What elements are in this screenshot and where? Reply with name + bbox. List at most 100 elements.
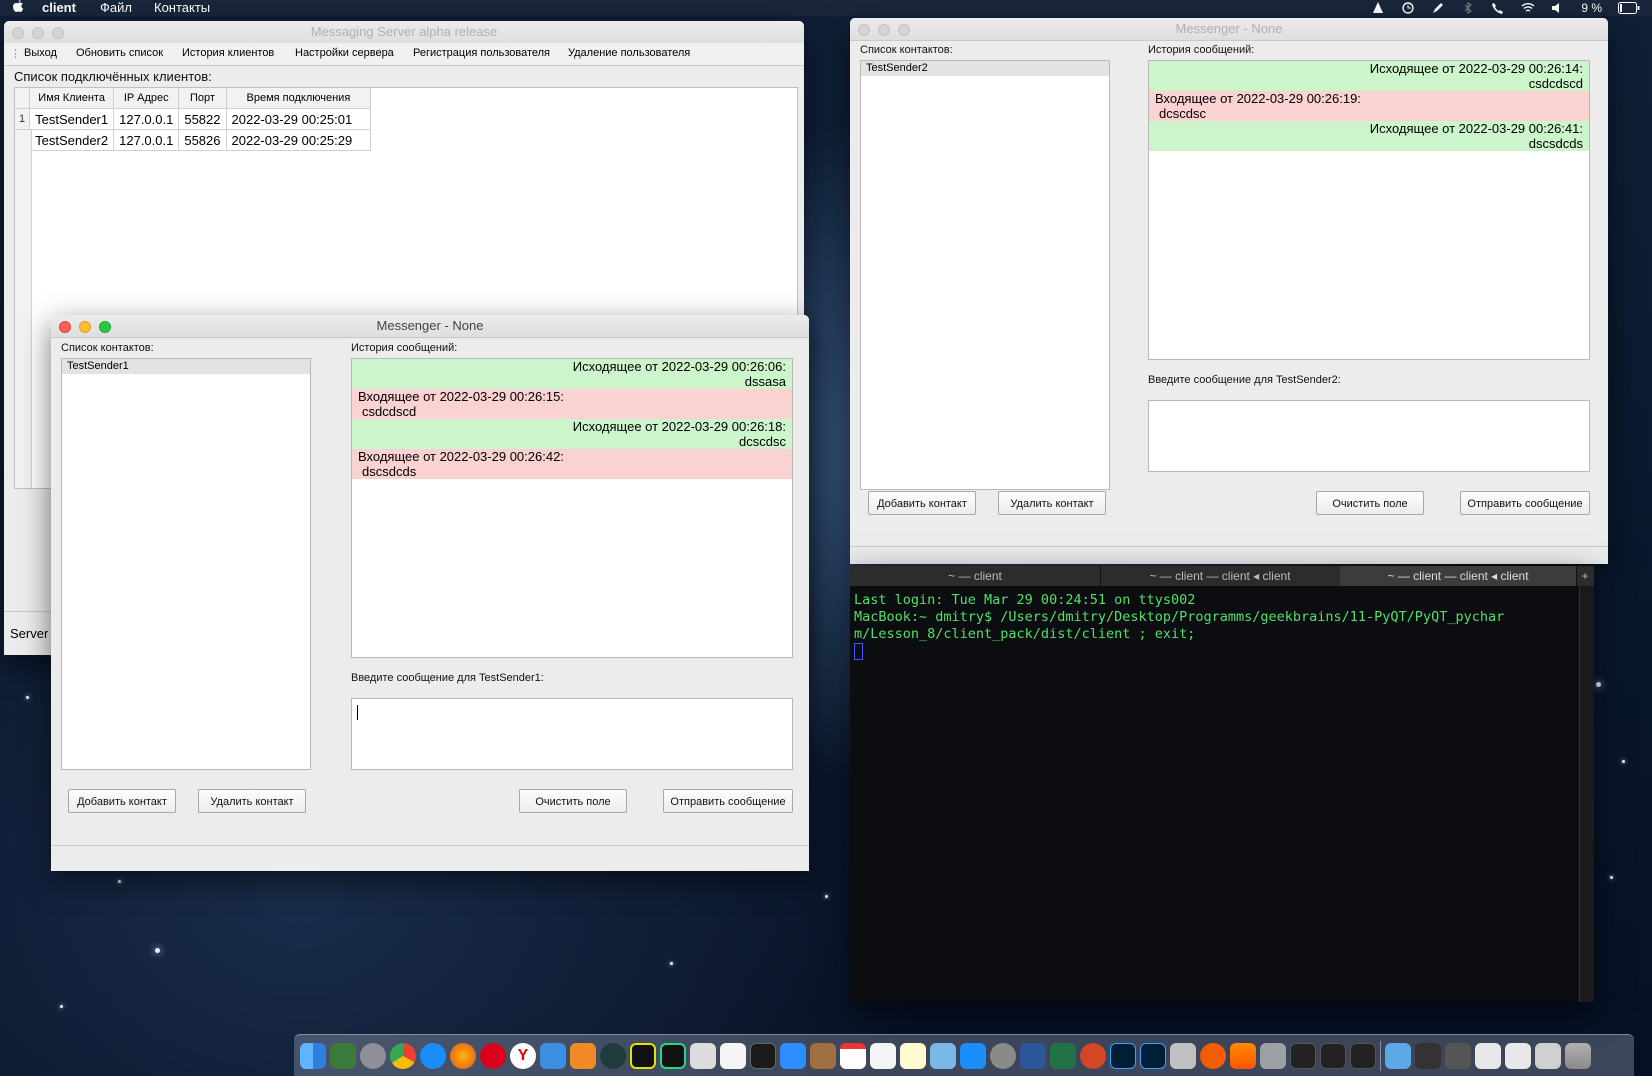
terminal-output[interactable]: Last login: Tue Mar 29 00:24:51 on ttys0… xyxy=(854,592,1504,662)
reminders-icon[interactable] xyxy=(870,1042,896,1069)
wifi-icon[interactable] xyxy=(1521,2,1535,14)
clients-history-button[interactable]: История клиентов xyxy=(182,47,274,59)
cell-port[interactable]: 55826 xyxy=(178,129,227,151)
cell-port[interactable]: 55822 xyxy=(178,108,227,130)
phone-icon[interactable] xyxy=(1491,2,1505,14)
message-history[interactable]: Исходящее от 2022-03-29 00:26:06: dssasa … xyxy=(351,358,793,658)
opera-icon[interactable] xyxy=(480,1042,506,1069)
powerpoint-icon[interactable] xyxy=(1080,1042,1106,1069)
lightroom-icon[interactable] xyxy=(1140,1042,1166,1069)
mail-icon[interactable] xyxy=(540,1042,566,1069)
window-thumbnail[interactable] xyxy=(1350,1042,1376,1069)
contacts-list[interactable]: TestSender1 xyxy=(61,358,311,770)
cell-ip[interactable]: 127.0.0.1 xyxy=(113,129,180,151)
menu-contacts[interactable]: Контакты xyxy=(154,0,210,15)
close-icon[interactable] xyxy=(858,24,870,36)
minimize-icon[interactable] xyxy=(79,321,91,333)
app-store-icon[interactable] xyxy=(960,1042,986,1069)
clear-field-button[interactable]: Очистить поле xyxy=(1316,491,1424,515)
terminal-scrollbar[interactable] xyxy=(1579,586,1594,1002)
col-ip[interactable]: IP Адрес xyxy=(113,88,180,109)
notes-app-icon[interactable] xyxy=(720,1042,746,1069)
col-port[interactable]: Порт xyxy=(178,88,227,109)
photoshop-icon[interactable] xyxy=(1110,1042,1136,1069)
col-client-name[interactable]: Имя Клиента xyxy=(29,88,115,109)
window-thumbnail[interactable] xyxy=(1445,1042,1471,1069)
register-user-button[interactable]: Регистрация пользователя xyxy=(413,47,550,59)
cell-time[interactable]: 2022-03-29 00:25:01 xyxy=(226,108,372,130)
vlc-dock-icon[interactable] xyxy=(1230,1042,1256,1069)
window-thumbnail[interactable] xyxy=(1475,1042,1501,1069)
maximize-icon[interactable] xyxy=(99,321,111,333)
calendar-icon[interactable] xyxy=(840,1042,866,1069)
terminal-tab[interactable]: ~ — client — client ◂ client xyxy=(1340,566,1577,586)
server-title[interactable]: Messaging Server alpha release xyxy=(4,21,804,44)
excel-icon[interactable] xyxy=(1050,1042,1076,1069)
pen-icon[interactable] xyxy=(1431,2,1445,14)
terminal-tab[interactable]: ~ — client — client ◂ client xyxy=(1100,566,1341,586)
message-input[interactable] xyxy=(1148,400,1590,472)
messenger2-title[interactable]: Messenger - None xyxy=(850,18,1608,41)
cell-client-name[interactable]: TestSender1 xyxy=(29,108,115,130)
remove-contact-button[interactable]: Удалить контакт xyxy=(998,491,1106,515)
app-icon[interactable] xyxy=(690,1042,716,1069)
pycharm-icon[interactable] xyxy=(630,1042,656,1069)
window-thumbnail[interactable] xyxy=(1505,1042,1531,1069)
notes-icon[interactable] xyxy=(900,1042,926,1069)
rocket-icon[interactable] xyxy=(360,1042,386,1069)
cell-ip[interactable]: 127.0.0.1 xyxy=(113,108,180,130)
cell-time[interactable]: 2022-03-29 00:25:29 xyxy=(226,129,372,151)
app-icon[interactable] xyxy=(810,1042,836,1069)
word-icon[interactable] xyxy=(1020,1042,1046,1069)
clear-field-button[interactable]: Очистить поле xyxy=(519,789,627,813)
contact-item[interactable]: TestSender2 xyxy=(861,61,1109,76)
col-connect-time[interactable]: Время подключения xyxy=(226,88,372,109)
window-thumbnail[interactable] xyxy=(1290,1042,1316,1069)
sublime-icon[interactable] xyxy=(570,1042,596,1069)
add-contact-button[interactable]: Добавить контакт xyxy=(68,789,176,813)
corner-header[interactable] xyxy=(15,88,31,109)
exit-button[interactable]: Выход xyxy=(24,47,57,59)
yandex-icon[interactable]: Y xyxy=(510,1042,536,1069)
folder-icon[interactable] xyxy=(1385,1042,1411,1069)
send-message-button[interactable]: Отправить сообщение xyxy=(1460,491,1590,515)
firefox-icon[interactable] xyxy=(450,1042,476,1069)
menu-file[interactable]: Файл xyxy=(100,0,132,15)
table-row[interactable]: 2 TestSender2 127.0.0.1 55826 2022-03-29… xyxy=(15,129,372,151)
delete-user-button[interactable]: Удаление пользователя xyxy=(568,47,690,59)
maps-icon[interactable] xyxy=(930,1042,956,1069)
volume-icon[interactable] xyxy=(1551,2,1565,14)
pycharm-ce-icon[interactable] xyxy=(660,1042,686,1069)
window-thumbnail[interactable] xyxy=(1535,1042,1561,1069)
apple-icon[interactable] xyxy=(12,0,24,14)
menu-app-name[interactable]: client xyxy=(42,0,76,15)
vlc-icon[interactable] xyxy=(1371,2,1385,14)
messenger1-title[interactable]: Messenger - None xyxy=(51,315,809,338)
contacts-list[interactable]: TestSender2 xyxy=(860,60,1110,490)
time-machine-icon[interactable] xyxy=(1401,2,1415,14)
window-thumbnail[interactable] xyxy=(1415,1042,1441,1069)
terminal-tab[interactable]: ~ — client xyxy=(850,566,1101,586)
minimize-icon[interactable] xyxy=(878,24,890,36)
maximize-icon[interactable] xyxy=(898,24,910,36)
gitkraken-icon[interactable] xyxy=(600,1042,626,1069)
refresh-list-button[interactable]: Обновить список xyxy=(76,47,163,59)
minimize-icon[interactable] xyxy=(32,27,44,39)
maximize-icon[interactable] xyxy=(52,27,64,39)
message-input[interactable] xyxy=(351,698,793,770)
system-preferences-icon[interactable] xyxy=(990,1042,1016,1069)
chrome-icon[interactable] xyxy=(390,1042,416,1069)
close-icon[interactable] xyxy=(59,321,71,333)
battery-icon[interactable] xyxy=(1618,2,1640,14)
terminal-icon[interactable] xyxy=(750,1042,776,1069)
message-history[interactable]: Исходящее от 2022-03-29 00:26:14: csdcdsc… xyxy=(1148,60,1590,360)
trash-icon[interactable] xyxy=(1565,1042,1591,1069)
bluetooth-icon[interactable] xyxy=(1461,2,1475,14)
add-contact-button[interactable]: Добавить контакт xyxy=(868,491,976,515)
send-message-button[interactable]: Отправить сообщение xyxy=(663,789,793,813)
new-tab-icon[interactable]: + xyxy=(1576,566,1594,586)
preview-icon[interactable] xyxy=(1170,1042,1196,1069)
remove-contact-button[interactable]: Удалить контакт xyxy=(198,789,306,813)
contact-item[interactable]: TestSender1 xyxy=(62,359,310,374)
zoom-icon[interactable] xyxy=(780,1042,806,1069)
